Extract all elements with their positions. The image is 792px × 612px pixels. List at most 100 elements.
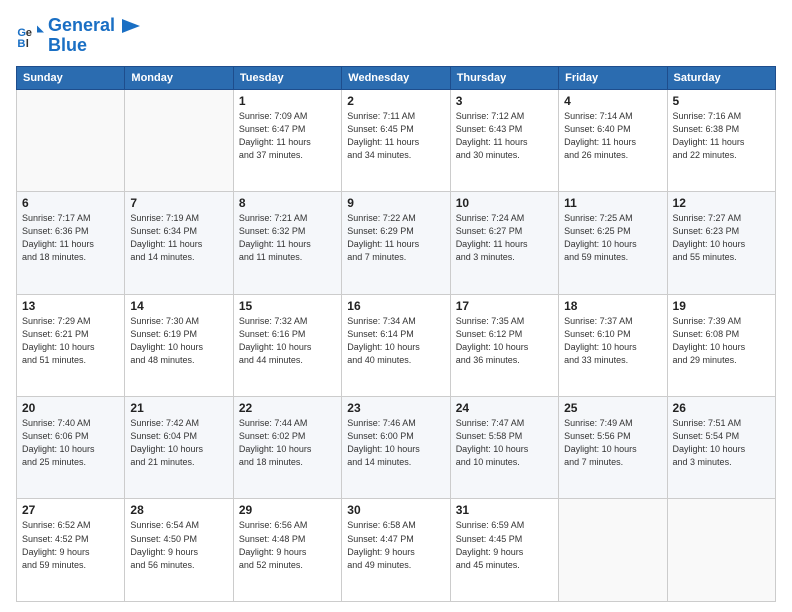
day-number: 30 [347, 503, 444, 517]
cell-text: Sunrise: 7:44 AM Sunset: 6:02 PM Dayligh… [239, 417, 336, 469]
day-number: 26 [673, 401, 770, 415]
day-number: 27 [22, 503, 119, 517]
day-number: 3 [456, 94, 553, 108]
day-number: 5 [673, 94, 770, 108]
cell-text: Sunrise: 7:27 AM Sunset: 6:23 PM Dayligh… [673, 212, 770, 264]
day-number: 15 [239, 299, 336, 313]
calendar-cell: 12 Sunrise: 7:27 AM Sunset: 6:23 PM Dayli… [667, 192, 775, 294]
calendar-cell: 27Sunrise: 6:52 AM Sunset: 4:52 PM Dayli… [17, 499, 125, 602]
calendar-cell: 22 Sunrise: 7:44 AM Sunset: 6:02 PM Dayli… [233, 397, 341, 499]
cell-text: Sunrise: 7:17 AM Sunset: 6:36 PM Dayligh… [22, 212, 119, 264]
day-number: 29 [239, 503, 336, 517]
day-number: 22 [239, 401, 336, 415]
calendar-cell: 18 Sunrise: 7:37 AM Sunset: 6:10 PM Dayli… [559, 294, 667, 396]
day-number: 24 [456, 401, 553, 415]
calendar-cell: 20 Sunrise: 7:40 AM Sunset: 6:06 PM Dayli… [17, 397, 125, 499]
day-number: 20 [22, 401, 119, 415]
cell-text: Sunrise: 7:46 AM Sunset: 6:00 PM Dayligh… [347, 417, 444, 469]
day-number: 12 [673, 196, 770, 210]
calendar-week-2: 6 Sunrise: 7:17 AM Sunset: 6:36 PM Daylig… [17, 192, 776, 294]
cell-text: Sunrise: 7:39 AM Sunset: 6:08 PM Dayligh… [673, 315, 770, 367]
day-number: 1 [239, 94, 336, 108]
calendar-table: SundayMondayTuesdayWednesdayThursdayFrid… [16, 66, 776, 602]
day-number: 19 [673, 299, 770, 313]
calendar-cell: 13 Sunrise: 7:29 AM Sunset: 6:21 PM Dayli… [17, 294, 125, 396]
day-number: 11 [564, 196, 661, 210]
calendar-header-monday: Monday [125, 66, 233, 89]
calendar-cell: 25 Sunrise: 7:49 AM Sunset: 5:56 PM Dayli… [559, 397, 667, 499]
day-number: 10 [456, 196, 553, 210]
calendar-cell: 8 Sunrise: 7:21 AM Sunset: 6:32 PM Daylig… [233, 192, 341, 294]
calendar-cell: 14 Sunrise: 7:30 AM Sunset: 6:19 PM Dayli… [125, 294, 233, 396]
calendar-cell: 30 Sunrise: 6:58 AM Sunset: 4:47 PM Dayli… [342, 499, 450, 602]
day-number: 6 [22, 196, 119, 210]
svg-text:e: e [26, 27, 32, 39]
day-number: 4 [564, 94, 661, 108]
calendar-header-tuesday: Tuesday [233, 66, 341, 89]
day-number: 31 [456, 503, 553, 517]
cell-text: Sunrise: 7:19 AM Sunset: 6:34 PM Dayligh… [130, 212, 227, 264]
cell-text: Sunrise: 7:25 AM Sunset: 6:25 PM Dayligh… [564, 212, 661, 264]
calendar-week-5: 27Sunrise: 6:52 AM Sunset: 4:52 PM Dayli… [17, 499, 776, 602]
calendar-week-4: 20 Sunrise: 7:40 AM Sunset: 6:06 PM Dayli… [17, 397, 776, 499]
day-number: 13 [22, 299, 119, 313]
cell-text: Sunrise: 7:49 AM Sunset: 5:56 PM Dayligh… [564, 417, 661, 469]
cell-text: Sunrise: 7:37 AM Sunset: 6:10 PM Dayligh… [564, 315, 661, 367]
calendar-header-row: SundayMondayTuesdayWednesdayThursdayFrid… [17, 66, 776, 89]
cell-text: Sunrise: 7:42 AM Sunset: 6:04 PM Dayligh… [130, 417, 227, 469]
calendar-week-3: 13 Sunrise: 7:29 AM Sunset: 6:21 PM Dayli… [17, 294, 776, 396]
calendar-cell [559, 499, 667, 602]
calendar-cell: 15 Sunrise: 7:32 AM Sunset: 6:16 PM Dayli… [233, 294, 341, 396]
day-number: 17 [456, 299, 553, 313]
calendar-cell: 10 Sunrise: 7:24 AM Sunset: 6:27 PM Dayli… [450, 192, 558, 294]
cell-text: Sunrise: 7:30 AM Sunset: 6:19 PM Dayligh… [130, 315, 227, 367]
cell-text: Sunrise: 7:35 AM Sunset: 6:12 PM Dayligh… [456, 315, 553, 367]
cell-text: Sunrise: 6:54 AM Sunset: 4:50 PM Dayligh… [130, 519, 227, 571]
calendar-cell [17, 89, 125, 191]
cell-text: Sunrise: 7:24 AM Sunset: 6:27 PM Dayligh… [456, 212, 553, 264]
calendar-cell: 5 Sunrise: 7:16 AM Sunset: 6:38 PM Daylig… [667, 89, 775, 191]
calendar-cell: 16 Sunrise: 7:34 AM Sunset: 6:14 PM Dayli… [342, 294, 450, 396]
calendar-header-thursday: Thursday [450, 66, 558, 89]
cell-text: Sunrise: 7:29 AM Sunset: 6:21 PM Dayligh… [22, 315, 119, 367]
header: G e B l General Blue [16, 16, 776, 56]
calendar-cell: 9Sunrise: 7:22 AM Sunset: 6:29 PM Daylig… [342, 192, 450, 294]
calendar-cell: 7Sunrise: 7:19 AM Sunset: 6:34 PM Daylig… [125, 192, 233, 294]
calendar-cell: 6 Sunrise: 7:17 AM Sunset: 6:36 PM Daylig… [17, 192, 125, 294]
day-number: 18 [564, 299, 661, 313]
cell-text: Sunrise: 6:58 AM Sunset: 4:47 PM Dayligh… [347, 519, 444, 571]
calendar-cell: 3Sunrise: 7:12 AM Sunset: 6:43 PM Daylig… [450, 89, 558, 191]
page: G e B l General Blue [0, 0, 792, 612]
svg-text:B: B [17, 38, 25, 50]
svg-text:l: l [26, 38, 29, 50]
calendar-cell: 29Sunrise: 6:56 AM Sunset: 4:48 PM Dayli… [233, 499, 341, 602]
calendar-cell: 31Sunrise: 6:59 AM Sunset: 4:45 PM Dayli… [450, 499, 558, 602]
cell-text: Sunrise: 7:32 AM Sunset: 6:16 PM Dayligh… [239, 315, 336, 367]
calendar-header-saturday: Saturday [667, 66, 775, 89]
day-number: 8 [239, 196, 336, 210]
calendar-cell: 11 Sunrise: 7:25 AM Sunset: 6:25 PM Dayli… [559, 192, 667, 294]
cell-text: Sunrise: 7:21 AM Sunset: 6:32 PM Dayligh… [239, 212, 336, 264]
cell-text: Sunrise: 7:14 AM Sunset: 6:40 PM Dayligh… [564, 110, 661, 162]
calendar-cell: 24Sunrise: 7:47 AM Sunset: 5:58 PM Dayli… [450, 397, 558, 499]
cell-text: Sunrise: 7:11 AM Sunset: 6:45 PM Dayligh… [347, 110, 444, 162]
day-number: 25 [564, 401, 661, 415]
cell-text: Sunrise: 7:51 AM Sunset: 5:54 PM Dayligh… [673, 417, 770, 469]
calendar-cell: 21Sunrise: 7:42 AM Sunset: 6:04 PM Dayli… [125, 397, 233, 499]
day-number: 16 [347, 299, 444, 313]
day-number: 28 [130, 503, 227, 517]
svg-text:G: G [17, 27, 26, 39]
cell-text: Sunrise: 7:34 AM Sunset: 6:14 PM Dayligh… [347, 315, 444, 367]
logo-arrow [122, 19, 140, 33]
day-number: 23 [347, 401, 444, 415]
cell-text: Sunrise: 7:16 AM Sunset: 6:38 PM Dayligh… [673, 110, 770, 162]
day-number: 14 [130, 299, 227, 313]
cell-text: Sunrise: 7:22 AM Sunset: 6:29 PM Dayligh… [347, 212, 444, 264]
calendar-cell [667, 499, 775, 602]
cell-text: Sunrise: 7:40 AM Sunset: 6:06 PM Dayligh… [22, 417, 119, 469]
logo-line1: General [48, 16, 140, 36]
calendar-cell: 19 Sunrise: 7:39 AM Sunset: 6:08 PM Dayli… [667, 294, 775, 396]
calendar-header-friday: Friday [559, 66, 667, 89]
calendar-cell: 17 Sunrise: 7:35 AM Sunset: 6:12 PM Dayli… [450, 294, 558, 396]
calendar-week-1: 1Sunrise: 7:09 AM Sunset: 6:47 PM Daylig… [17, 89, 776, 191]
